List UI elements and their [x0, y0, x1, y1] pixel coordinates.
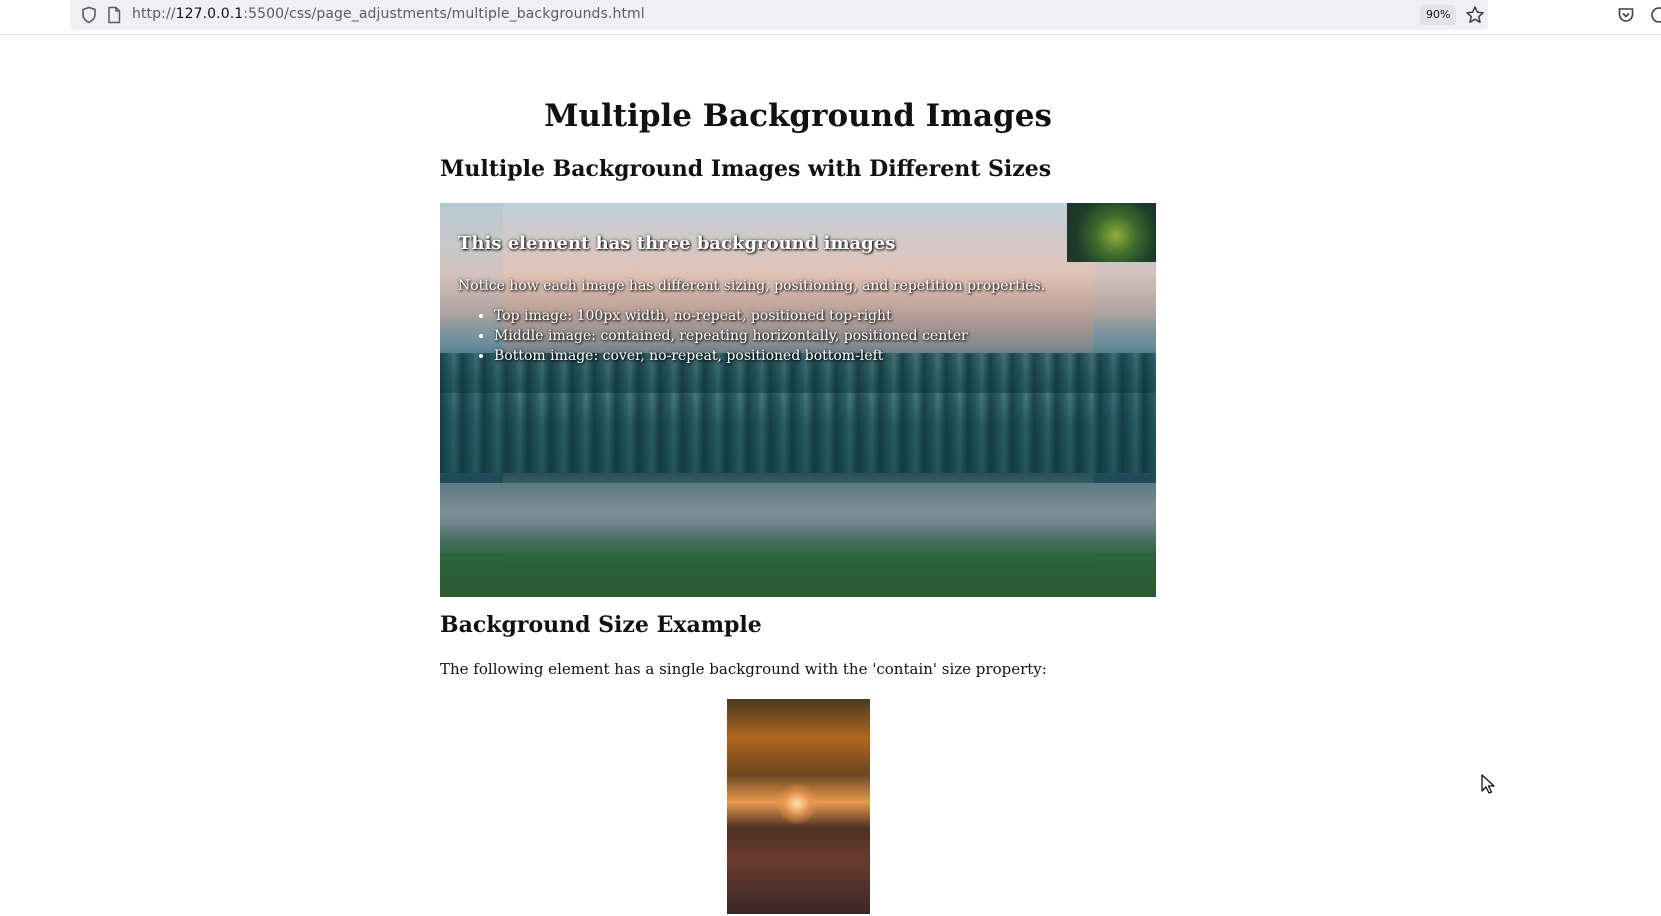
account-icon[interactable] — [1650, 6, 1661, 24]
shield-icon[interactable] — [80, 6, 98, 24]
forest-layer — [440, 353, 1156, 473]
list-item: Bottom image: cover, no-repeat, position… — [494, 346, 1045, 366]
url-path: :5500/css/page_adjustments/multiple_back… — [243, 6, 645, 22]
list-item: Top image: 100px width, no-repeat, posit… — [494, 306, 1045, 326]
box-description: Notice how each image has different sizi… — [458, 278, 1046, 294]
path-light — [777, 784, 817, 824]
background-size-description: The following element has a single backg… — [440, 660, 1047, 678]
contain-background-box — [727, 699, 870, 914]
multiple-backgrounds-box: This element has three background images… — [440, 203, 1156, 597]
browser-toolbar: http://127.0.0.1:5500/css/page_adjustmen… — [0, 0, 1661, 35]
url-host: 127.0.0.1 — [175, 6, 244, 22]
mouse-cursor-icon — [1481, 774, 1495, 794]
pocket-icon[interactable] — [1617, 6, 1635, 24]
box-text: This element has three background images… — [458, 233, 1045, 366]
zoom-badge[interactable]: 90% — [1420, 5, 1457, 25]
section-heading-background-size: Background Size Example — [440, 612, 762, 638]
properties-list: Top image: 100px width, no-repeat, posit… — [458, 306, 1045, 366]
page-title: Multiple Background Images — [544, 98, 1052, 134]
url-prefix: http:// — [132, 6, 176, 22]
section-heading-multiple-backgrounds: Multiple Background Images with Differen… — [440, 156, 1052, 182]
list-item: Middle image: contained, repeating horiz… — [494, 326, 1045, 346]
top-right-background-image — [1067, 203, 1156, 262]
box-heading: This element has three background images — [458, 233, 896, 254]
star-icon[interactable] — [1465, 5, 1485, 25]
page-icon — [108, 6, 121, 24]
grass-layer — [440, 523, 1156, 597]
url-text[interactable]: http://127.0.0.1:5500/css/page_adjustmen… — [132, 6, 645, 22]
